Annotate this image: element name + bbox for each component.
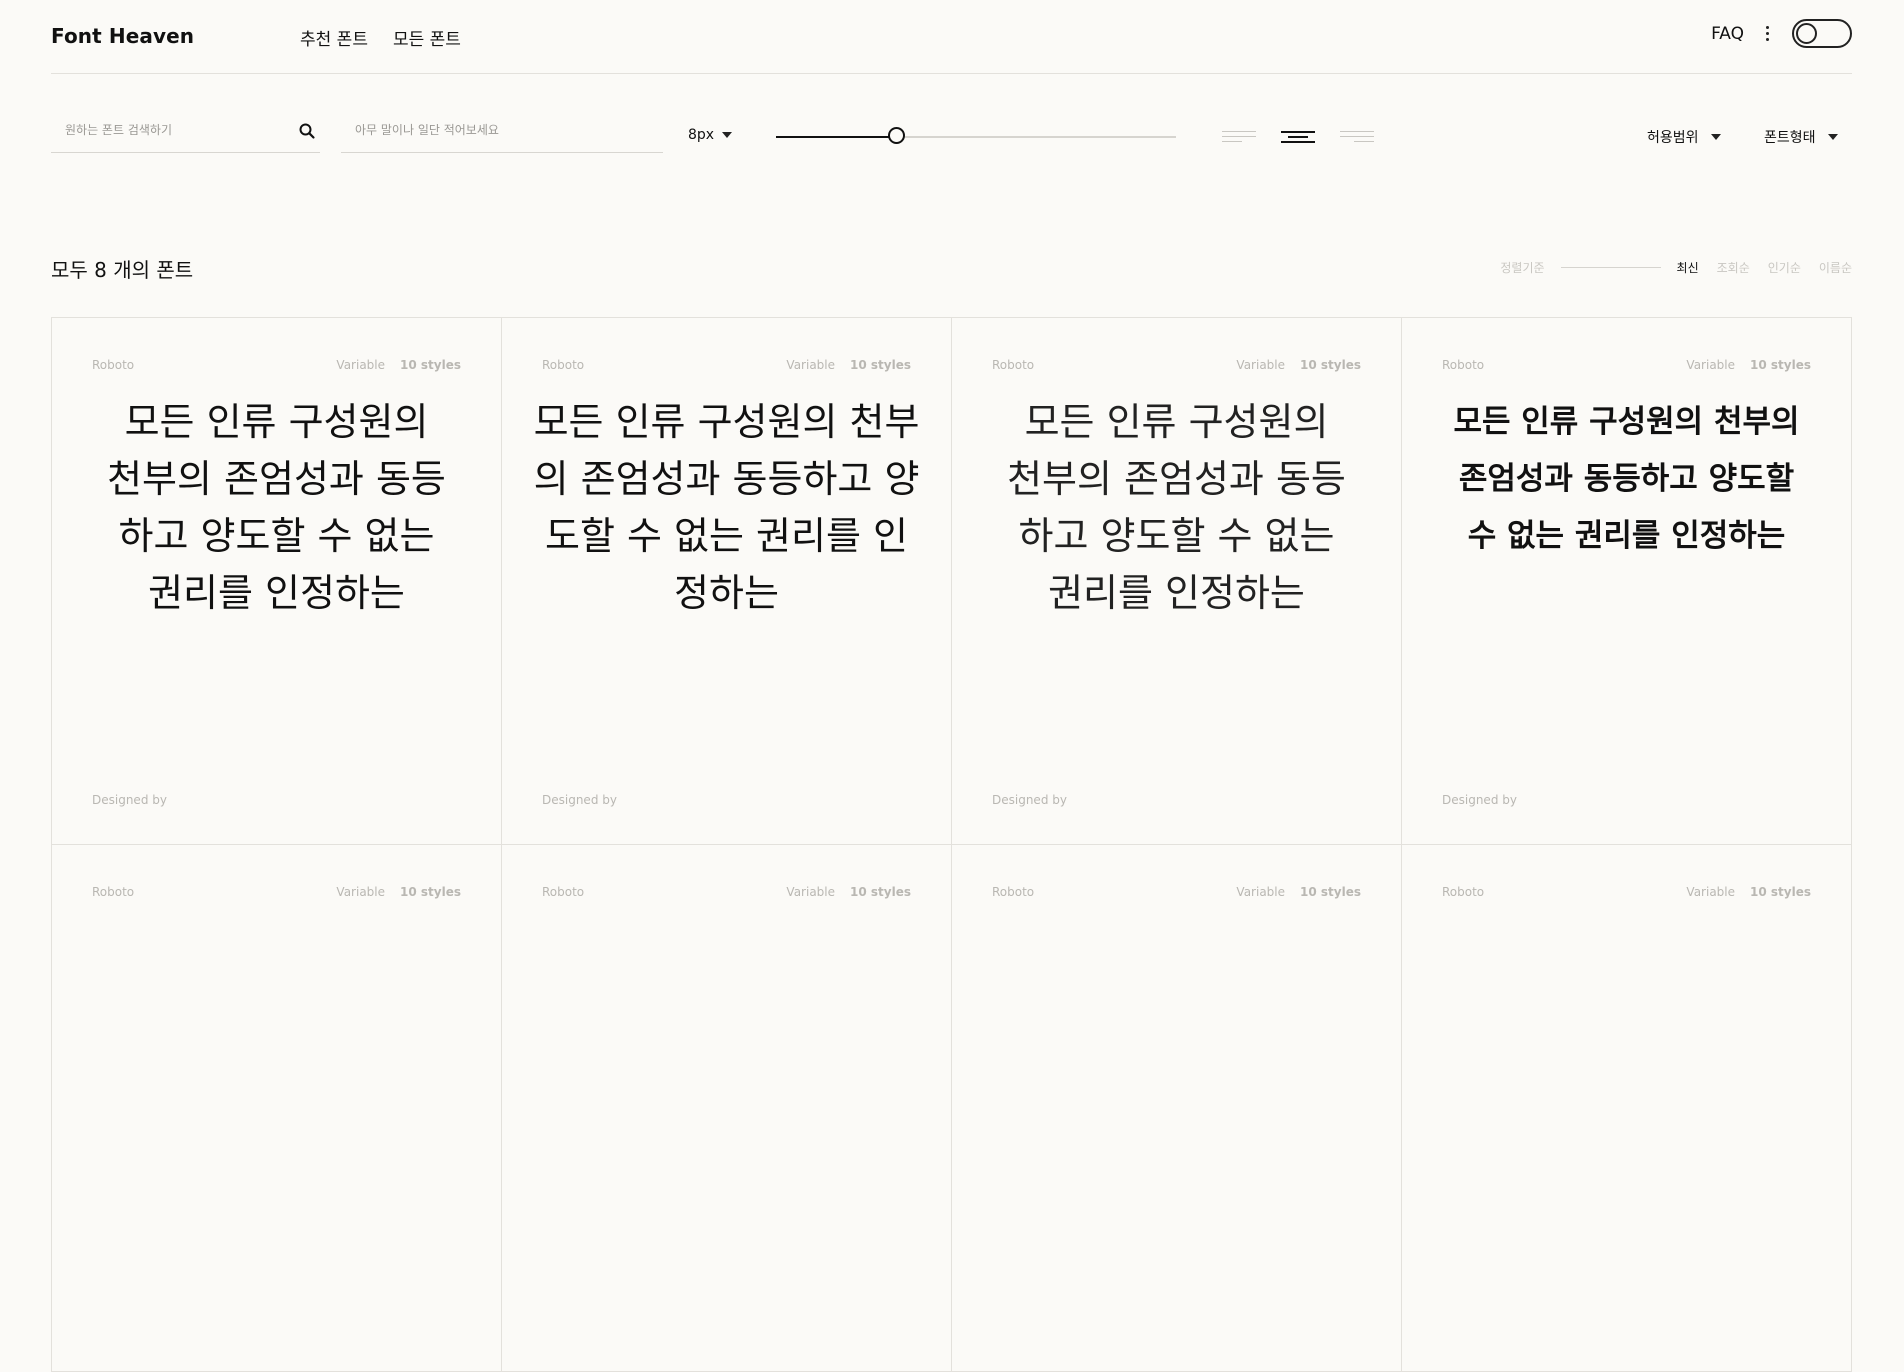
nav-recommended-fonts[interactable]: 추천 폰트 <box>300 25 368 50</box>
main-nav: 추천 폰트 모든 폰트 <box>300 25 461 50</box>
font-variable-badge: Variable <box>786 885 836 899</box>
faq-link[interactable]: FAQ <box>1711 24 1744 44</box>
font-search <box>51 116 320 153</box>
font-name: Roboto <box>992 358 1035 372</box>
sort-option-latest[interactable]: 최신 <box>1677 259 1699 276</box>
font-card[interactable]: Roboto Variable 10 styles <box>1402 845 1852 1372</box>
sort-option-name[interactable]: 이름순 <box>1819 259 1852 276</box>
chevron-down-icon <box>1827 134 1838 140</box>
font-styles-count: 10 styles <box>1300 358 1361 372</box>
font-card[interactable]: Roboto Variable 10 styles 모든 인류 구성원의 천부의… <box>502 318 952 845</box>
text-align-group <box>1222 127 1374 145</box>
font-styles-count: 10 styles <box>1750 358 1811 372</box>
font-name: Roboto <box>1442 885 1485 899</box>
font-card[interactable]: Roboto Variable 10 styles 모든 인류 구성원의 천부의… <box>952 318 1402 845</box>
font-sample-text: 모든 인류 구성원의 천부의 존엄성과 동등하고 양도할 수 없는 권리를 인정… <box>107 400 446 615</box>
sort-option-views[interactable]: 조회순 <box>1717 259 1750 276</box>
font-styles-count: 10 styles <box>1750 885 1811 899</box>
font-card-meta: Roboto Variable 10 styles <box>992 885 1361 899</box>
header-actions: FAQ <box>1711 19 1852 48</box>
font-card-meta: Roboto Variable 10 styles <box>992 358 1361 372</box>
font-card[interactable]: Roboto Variable 10 styles 모든 인류 구성원의 천부의… <box>52 318 502 845</box>
font-sample-text: 모든 인류 구성원의 천부의 존엄성과 동등하고 양도할 수 없는 권리를 인정… <box>1007 400 1346 615</box>
font-size-value: 8px <box>688 127 715 143</box>
font-card-meta: Roboto Variable 10 styles <box>92 885 461 899</box>
align-right-button[interactable] <box>1340 127 1374 145</box>
font-variable-badge: Variable <box>1236 885 1286 899</box>
font-name: Roboto <box>542 885 585 899</box>
sort-label: 정렬기준 <box>1500 261 1545 275</box>
font-sample-text: 모든 인류 구성원의 천부의 존엄성과 동등하고 양도할 수 없는 권리를 인정… <box>1453 404 1800 554</box>
font-styles-count: 10 styles <box>850 885 911 899</box>
font-name: Roboto <box>92 358 135 372</box>
license-filter-label: 허용범위 <box>1647 130 1699 146</box>
font-variable-badge: Variable <box>1686 358 1736 372</box>
font-name: Roboto <box>92 885 135 899</box>
font-card-meta: Roboto Variable 10 styles <box>542 885 911 899</box>
slider-thumb[interactable] <box>888 127 905 144</box>
font-card-meta: Roboto Variable 10 styles <box>92 358 461 372</box>
license-filter[interactable]: 허용범위 <box>1647 127 1721 147</box>
preview-text-field <box>341 116 663 153</box>
font-variable-badge: Variable <box>336 885 386 899</box>
search-input[interactable] <box>63 122 287 138</box>
font-card-meta: Roboto Variable 10 styles <box>1442 885 1811 899</box>
font-card-meta: Roboto Variable 10 styles <box>542 358 911 372</box>
preview-text-input[interactable] <box>353 122 577 138</box>
top-header: Font Heaven 추천 폰트 모든 폰트 FAQ <box>51 0 1852 74</box>
font-name: Roboto <box>1442 358 1485 372</box>
theme-toggle[interactable] <box>1792 19 1852 48</box>
slider-fill <box>776 136 896 138</box>
toggle-knob <box>1796 23 1817 44</box>
align-center-button[interactable] <box>1281 127 1315 145</box>
font-card-meta: Roboto Variable 10 styles <box>1442 358 1811 372</box>
font-name: Roboto <box>542 358 585 372</box>
font-designer: Designed by <box>542 793 617 807</box>
sort-divider <box>1560 267 1661 268</box>
font-designer: Designed by <box>992 793 1067 807</box>
chevron-down-icon <box>722 132 733 138</box>
font-designer: Designed by <box>92 793 167 807</box>
font-size-select[interactable]: 8px <box>688 127 733 143</box>
font-styles-count: 10 styles <box>400 358 461 372</box>
more-menu-icon[interactable] <box>1764 24 1770 44</box>
sort-bar: 정렬기준 최신 조회순 인기순 이름순 <box>1500 259 1852 276</box>
font-count: 모두 8 개의 폰트 <box>51 258 194 282</box>
font-card[interactable]: Roboto Variable 10 styles <box>502 845 952 1372</box>
align-left-button[interactable] <box>1222 127 1256 145</box>
font-name: Roboto <box>992 885 1035 899</box>
font-variable-badge: Variable <box>336 358 386 372</box>
font-grid: Roboto Variable 10 styles 모든 인류 구성원의 천부의… <box>51 317 1852 1372</box>
search-icon[interactable] <box>298 122 316 140</box>
font-styles-count: 10 styles <box>850 358 911 372</box>
font-sample-text: 모든 인류 구성원의 천부의 존엄성과 동등하고 양도할 수 없는 권리를 인정… <box>533 400 920 615</box>
font-card[interactable]: Roboto Variable 10 styles <box>952 845 1402 1372</box>
font-variable-badge: Variable <box>1236 358 1286 372</box>
font-designer: Designed by <box>1442 793 1517 807</box>
sort-option-popular[interactable]: 인기순 <box>1768 259 1801 276</box>
font-styles-count: 10 styles <box>1300 885 1361 899</box>
font-variable-badge: Variable <box>1686 885 1736 899</box>
font-variable-badge: Variable <box>786 358 836 372</box>
font-styles-count: 10 styles <box>400 885 461 899</box>
nav-all-fonts[interactable]: 모든 폰트 <box>393 25 461 50</box>
font-type-filter[interactable]: 폰트형태 <box>1764 127 1838 147</box>
font-card[interactable]: Roboto Variable 10 styles <box>52 845 502 1372</box>
logo[interactable]: Font Heaven <box>51 24 194 48</box>
chevron-down-icon <box>1710 134 1721 140</box>
font-type-filter-label: 폰트형태 <box>1764 130 1816 146</box>
font-size-slider[interactable] <box>776 126 1176 148</box>
font-card[interactable]: Roboto Variable 10 styles 모든 인류 구성원의 천부의… <box>1402 318 1852 845</box>
